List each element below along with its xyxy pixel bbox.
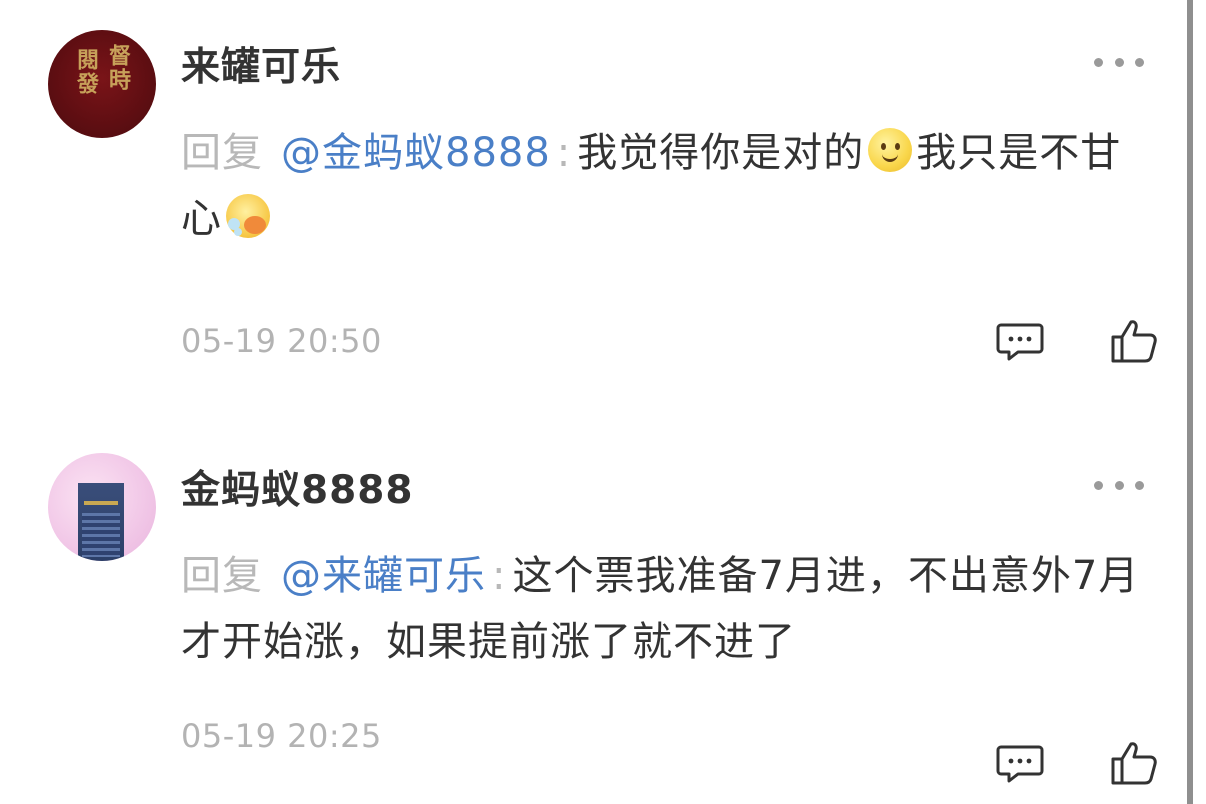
more-options-icon[interactable]	[1094, 479, 1144, 491]
like-thumb-icon[interactable]	[1110, 740, 1158, 786]
more-options-icon[interactable]	[1094, 56, 1144, 68]
avatar-seal-text: 督時	[105, 44, 131, 92]
reply-comment-icon[interactable]	[996, 744, 1044, 784]
username[interactable]: 来罐可乐	[181, 36, 341, 92]
comment-text: 我觉得你是对的	[577, 130, 865, 176]
reply-label: 回复	[181, 130, 263, 176]
smile-emoji-icon	[868, 128, 913, 172]
timestamp: 05-19 20:50	[181, 322, 382, 360]
like-thumb-icon[interactable]	[1110, 318, 1158, 364]
comment-body: 回复 @来罐可乐: 这个票我准备7月进，不出意外7月才开始涨，如果提前涨了就不进了	[181, 543, 1141, 675]
comment-thread: 督時 閱發 来罐可乐 回复 @金蚂蚁8888: 我觉得你是对的 我只是不甘心 05-1…	[0, 0, 1206, 804]
timestamp: 05-19 20:25	[181, 717, 382, 755]
colon-separator: :	[492, 553, 507, 599]
comment-body: 回复 @金蚂蚁8888: 我觉得你是对的 我只是不甘心	[181, 120, 1141, 252]
colon-separator: :	[556, 130, 572, 176]
mention-link[interactable]: @金蚂蚁8888	[281, 130, 551, 176]
avatar[interactable]: 督時 閱發	[48, 30, 156, 138]
avatar[interactable]	[48, 453, 156, 561]
building-image	[78, 483, 124, 561]
reply-comment-icon[interactable]	[996, 322, 1044, 362]
mention-link[interactable]: @来罐可乐	[281, 553, 486, 599]
scrollbar[interactable]	[1187, 0, 1193, 804]
cough-emoji-icon	[226, 194, 270, 238]
avatar-seal-text-2: 閱發	[73, 48, 99, 96]
username[interactable]: 金蚂蚁8888	[181, 459, 414, 515]
reply-label: 回复	[181, 553, 263, 599]
